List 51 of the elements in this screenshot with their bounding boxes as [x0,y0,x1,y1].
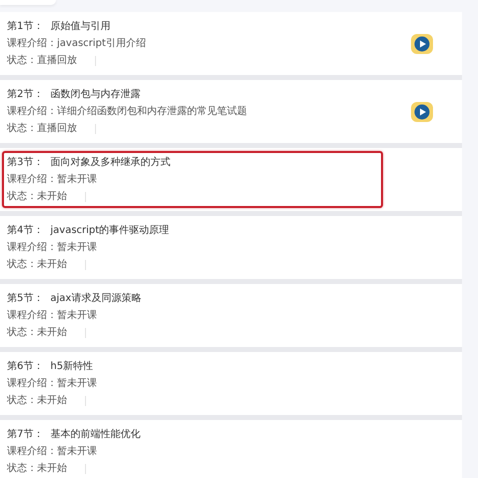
status-text: 直播回放 [37,55,77,66]
lesson-card[interactable]: 第6节： h5新特性 课程介绍：暂未开课 状态：未开始 [0,352,462,415]
intro-label: 课程介绍： [7,174,57,185]
status-label: 状态： [7,259,37,270]
lesson-title: 面向对象及多种继承的方式 [50,157,170,168]
intro-text: 暂未开课 [57,378,97,389]
lesson-title: javascript的事件驱动原理 [50,225,170,236]
lesson-number: 第2节： [7,89,44,100]
lesson-card[interactable]: 第2节： 函数闭包与内存泄露 课程介绍：详细介绍函数闭包和内存泄露的常见笔试题 状态：直播回放 [0,80,462,143]
status-text: 未开始 [37,327,67,338]
lesson-card[interactable]: 第5节： ajax请求及同源策略 课程介绍：暂未开课 状态：未开始 [0,284,462,347]
intro-label: 课程介绍： [7,378,57,389]
play-icon[interactable] [411,102,433,122]
status-label: 状态： [7,55,37,66]
lesson-number: 第3节： [7,157,44,168]
lesson-title: ajax请求及同源策略 [50,293,142,304]
intro-label: 课程介绍： [7,446,57,457]
lesson-number: 第1节： [7,21,44,32]
status-label: 状态： [7,327,37,338]
lesson-card[interactable]: 第3节： 面向对象及多种继承的方式 课程介绍：暂未开课 状态：未开始 [0,148,462,211]
intro-text: 暂未开课 [57,310,97,321]
lesson-card[interactable]: 第1节： 原始值与引用 课程介绍：javascript引用介绍 状态：直播回放 [0,12,462,75]
status-text: 未开始 [37,191,67,202]
status-text: 未开始 [37,395,67,406]
status-text: 直播回放 [37,123,77,134]
intro-label: 课程介绍： [7,242,57,253]
status-label: 状态： [7,395,37,406]
lesson-title: 基本的前端性能优化 [50,429,140,440]
intro-text: 详细介绍函数闭包和内存泄露的常见笔试题 [57,106,247,117]
status-text: 未开始 [37,463,67,474]
lesson-title: 函数闭包与内存泄露 [50,89,140,100]
intro-text: 暂未开课 [57,446,97,457]
lesson-number: 第4节： [7,225,44,236]
lesson-number: 第5节： [7,293,44,304]
status-label: 状态： [7,191,37,202]
lesson-title: 原始值与引用 [50,21,110,32]
intro-label: 课程介绍： [7,310,57,321]
lesson-number: 第7节： [7,429,44,440]
status-text: 未开始 [37,259,67,270]
lesson-number: 第6节： [7,361,44,372]
intro-label: 课程介绍： [7,106,57,117]
intro-text: 暂未开课 [57,174,97,185]
lesson-title: h5新特性 [50,361,94,372]
intro-text: javascript引用介绍 [57,38,146,49]
play-icon[interactable] [411,34,433,54]
status-label: 状态： [7,123,37,134]
intro-text: 暂未开课 [57,242,97,253]
intro-label: 课程介绍： [7,38,57,49]
lesson-card[interactable]: 第4节： javascript的事件驱动原理 课程介绍：暂未开课 状态：未开始 [0,216,462,279]
status-label: 状态： [7,463,37,474]
lesson-card[interactable]: 第7节： 基本的前端性能优化 课程介绍：暂未开课 状态：未开始 [0,420,462,478]
